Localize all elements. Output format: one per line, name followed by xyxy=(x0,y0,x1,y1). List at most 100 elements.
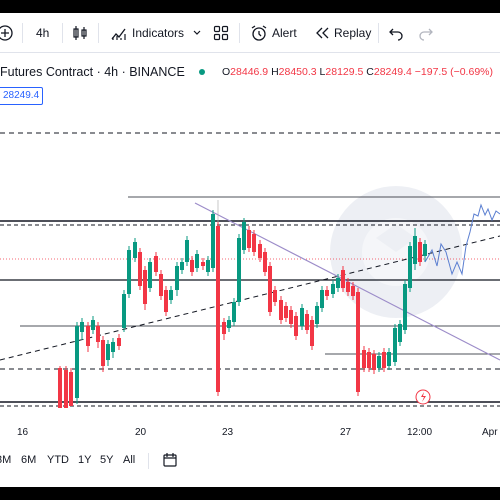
lightning-icon[interactable] xyxy=(415,389,431,405)
candle-up xyxy=(127,250,131,294)
status-dot xyxy=(199,69,205,75)
candle-down xyxy=(362,350,366,368)
candle-up xyxy=(403,284,407,330)
low-value: 28129.5 xyxy=(325,66,364,78)
time-axis-label: 27 xyxy=(340,427,352,438)
ohlc-values: O28446.9 H28450.3 L28129.5 C28249.4 −197… xyxy=(222,66,493,78)
candle-down xyxy=(325,290,329,296)
candle-up xyxy=(408,246,412,288)
candle-down xyxy=(117,338,121,346)
change-value: −197.5 (−0.69%) xyxy=(414,66,493,78)
candle-down xyxy=(279,300,283,320)
candle-up xyxy=(320,290,324,308)
candle-up xyxy=(80,322,84,332)
candle-down xyxy=(247,230,251,248)
candle-up xyxy=(237,238,241,302)
candle-down xyxy=(216,226,220,392)
candle-down xyxy=(268,266,272,312)
candle-down xyxy=(190,260,194,272)
candle-up xyxy=(393,328,397,362)
candle-down xyxy=(58,368,62,408)
candle-down xyxy=(273,290,277,302)
candle-up xyxy=(232,302,236,322)
candle-down xyxy=(64,370,68,408)
symbol-header: Futures Contract · 4h · BINANCE O28446.9… xyxy=(0,65,500,85)
candle-up xyxy=(387,352,391,366)
candle-down xyxy=(86,326,90,346)
candle-down xyxy=(382,352,386,368)
candle-down xyxy=(294,316,298,336)
candle-down xyxy=(418,242,422,262)
candle-down xyxy=(154,256,158,272)
high-label: H xyxy=(271,66,279,78)
open-label: O xyxy=(222,66,231,78)
range-3m-button[interactable]: 3M xyxy=(0,454,11,466)
last-price-value: 28249.4 xyxy=(3,90,40,101)
exchange-watermark-icon xyxy=(330,186,462,318)
close-value: 28249.4 xyxy=(373,66,412,78)
candle-down xyxy=(201,262,205,266)
candle-down xyxy=(159,274,163,296)
candle-down xyxy=(101,340,105,366)
time-axis-label: 23 xyxy=(222,427,234,438)
candle-up xyxy=(195,254,199,268)
candle-up xyxy=(75,326,79,398)
candle-up xyxy=(91,320,95,330)
candle-up xyxy=(111,342,115,352)
candle-down xyxy=(96,326,100,342)
time-axis-label: 12:00 xyxy=(407,427,433,438)
candle-up xyxy=(227,320,231,328)
candle-up xyxy=(148,262,152,288)
time-axis-label: 20 xyxy=(135,427,147,438)
candle-up xyxy=(175,266,179,290)
candle-down xyxy=(341,270,345,288)
symbol-title[interactable]: Futures Contract · 4h · BINANCE xyxy=(0,65,185,79)
candle-up xyxy=(331,284,335,294)
candle-up xyxy=(211,214,215,268)
candle-down xyxy=(284,306,288,318)
range-6m-button[interactable]: 6M xyxy=(21,454,36,466)
date-range-button[interactable] xyxy=(162,452,178,471)
calendar-icon xyxy=(163,453,177,467)
range-5y-button[interactable]: 5Y xyxy=(100,454,113,466)
candle-up xyxy=(423,244,427,256)
candle-down xyxy=(305,314,309,330)
range-all-button[interactable]: All xyxy=(123,454,135,466)
range-1y-button[interactable]: 1Y xyxy=(78,454,91,466)
toolbar-divider xyxy=(148,453,149,469)
candle-up xyxy=(242,222,246,250)
candle-up xyxy=(300,308,304,326)
candle-down xyxy=(346,282,350,292)
candle-down xyxy=(138,252,142,286)
candle-down xyxy=(252,234,256,252)
candle-up xyxy=(133,242,137,258)
last-price-box[interactable]: 28249.4 xyxy=(0,87,44,105)
open-value: 28446.9 xyxy=(230,66,269,78)
candle-down xyxy=(367,352,371,368)
candle-up xyxy=(315,306,319,324)
candle-down xyxy=(372,354,376,370)
candle-down xyxy=(310,320,314,346)
candle-down xyxy=(222,322,226,334)
candle-up xyxy=(106,344,110,360)
candle-up xyxy=(185,240,189,262)
candle-up xyxy=(398,324,402,342)
candle-down xyxy=(351,286,355,296)
time-axis[interactable]: 16 20 23 27 12:00 Apr xyxy=(0,423,500,445)
candle-up xyxy=(122,294,126,328)
candle-up xyxy=(180,262,184,270)
time-axis-label: Apr xyxy=(482,427,498,438)
candle-down xyxy=(258,244,262,258)
close-label: C xyxy=(366,66,374,78)
candle-down xyxy=(356,292,360,392)
range-ytd-button[interactable]: YTD xyxy=(47,454,69,466)
high-value: 28450.3 xyxy=(278,66,317,78)
candle-down xyxy=(143,270,147,304)
chart-window: 4h Indicators Alert Replay Futures Contr… xyxy=(0,13,500,487)
candle-up xyxy=(206,260,210,272)
candle-up xyxy=(377,356,381,368)
candle-down xyxy=(289,310,293,324)
candle-down xyxy=(263,252,267,272)
time-axis-label: 16 xyxy=(17,427,29,438)
candle-up xyxy=(336,278,340,288)
